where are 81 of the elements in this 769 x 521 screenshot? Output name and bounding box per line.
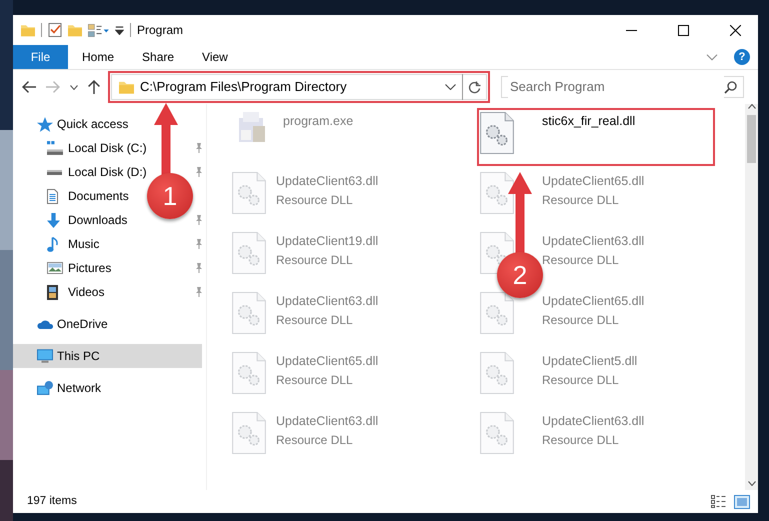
sidebar-item[interactable]: Videos <box>13 280 108 304</box>
search-icon[interactable] <box>724 80 737 94</box>
file-gears-icon[interactable] <box>480 112 514 154</box>
file-name[interactable]: program.exe <box>283 112 354 131</box>
scroll-down-icon[interactable] <box>748 481 756 486</box>
music-note-icon <box>47 236 58 252</box>
monitor-icon <box>37 349 53 363</box>
address-field[interactable]: C:\Program Files\Program Directory <box>111 74 487 100</box>
file-type: Resource DLL <box>542 372 620 389</box>
details-view-icon[interactable] <box>711 494 726 508</box>
item-count: 197 items <box>27 494 78 509</box>
document-icon <box>47 188 58 204</box>
file-type: Resource DLL <box>276 192 354 209</box>
sidebar-item[interactable]: Pictures <box>13 256 116 280</box>
refresh-icon[interactable] <box>468 80 481 94</box>
scrollbar[interactable] <box>745 104 758 490</box>
ribbon-tab[interactable]: Home <box>68 45 128 69</box>
file-type: Resource DLL <box>542 432 620 449</box>
help-button[interactable]: ? <box>734 49 750 65</box>
window-title: Program <box>137 22 184 39</box>
file-tile[interactable]: stic6x_fir_real.dll <box>477 108 715 166</box>
film-icon <box>47 284 58 300</box>
pin-icon[interactable] <box>195 215 202 225</box>
back-arrow-icon[interactable] <box>22 81 36 93</box>
pin-icon[interactable] <box>195 239 202 249</box>
drive-icon <box>47 170 62 174</box>
large-icons-view-icon[interactable] <box>734 494 750 508</box>
recent-caret-icon[interactable] <box>70 84 78 90</box>
application-icon[interactable] <box>239 112 265 142</box>
pin-icon[interactable] <box>195 263 202 273</box>
search-field[interactable]: Search Program <box>501 76 744 98</box>
drive-icon <box>47 141 63 155</box>
file-type: Resource DLL <box>542 312 620 329</box>
file-name[interactable]: UpdateClient63.dll <box>276 412 378 431</box>
pin-icon[interactable] <box>195 143 202 153</box>
maximize-icon <box>678 24 688 36</box>
sidebar-item[interactable]: Local Disk (C:) <box>13 136 151 160</box>
sidebar-item[interactable]: Quick access <box>13 112 132 136</box>
network-icon <box>37 381 53 395</box>
file-name[interactable]: UpdateClient19.dll <box>276 232 378 251</box>
chevron-down-icon[interactable] <box>445 84 456 90</box>
file-type: Resource DLL <box>542 192 620 209</box>
sidebar-item[interactable]: Network <box>13 376 106 400</box>
file-name[interactable]: UpdateClient63.dll <box>542 232 644 251</box>
file-name[interactable]: UpdateClient65.dll <box>542 292 644 311</box>
picture-icon <box>47 262 63 274</box>
scroll-up-icon[interactable] <box>748 104 756 109</box>
scrollbar-thumb[interactable] <box>747 115 756 163</box>
star-icon <box>37 116 53 132</box>
file-type: Resource DLL <box>276 432 354 449</box>
up-arrow-icon[interactable] <box>88 80 100 94</box>
file-type: Resource DLL <box>276 312 354 329</box>
folder-icon <box>119 80 134 94</box>
ribbon-tab[interactable]: View <box>188 45 242 69</box>
download-icon <box>47 212 60 228</box>
file-name[interactable]: UpdateClient65.dll <box>542 172 644 191</box>
file-name[interactable]: UpdateClient63.dll <box>276 292 378 311</box>
close-icon <box>730 24 740 36</box>
file-name[interactable]: UpdateClient63.dll <box>542 412 644 431</box>
sidebar-item[interactable]: This PC <box>13 344 202 368</box>
file-name[interactable]: UpdateClient63.dll <box>276 172 378 191</box>
new-folder-icon[interactable] <box>68 24 82 36</box>
sidebar-item[interactable]: Documents <box>13 184 133 208</box>
ribbon-tab[interactable]: Share <box>128 45 188 69</box>
forward-arrow-icon[interactable] <box>46 81 60 93</box>
file-name[interactable]: UpdateClient65.dll <box>276 352 378 371</box>
customize-icon[interactable] <box>88 24 109 36</box>
file-type: Resource DLL <box>276 372 354 389</box>
file-name[interactable]: UpdateClient5.dll <box>542 352 638 371</box>
pin-icon[interactable] <box>195 287 202 297</box>
sidebar-item[interactable]: Downloads <box>13 208 132 232</box>
properties-icon[interactable] <box>48 23 62 37</box>
sidebar-item[interactable]: Music <box>13 232 104 256</box>
pin-icon[interactable] <box>195 167 202 177</box>
folder-icon[interactable] <box>21 24 35 36</box>
file-type: Resource DLL <box>542 252 620 269</box>
sidebar-item[interactable]: OneDrive <box>13 312 112 336</box>
file-name[interactable]: stic6x_fir_real.dll <box>542 112 636 131</box>
cloud-icon <box>37 319 53 329</box>
dropdown-caret-icon[interactable] <box>115 26 124 34</box>
file-type: Resource DLL <box>276 252 354 269</box>
